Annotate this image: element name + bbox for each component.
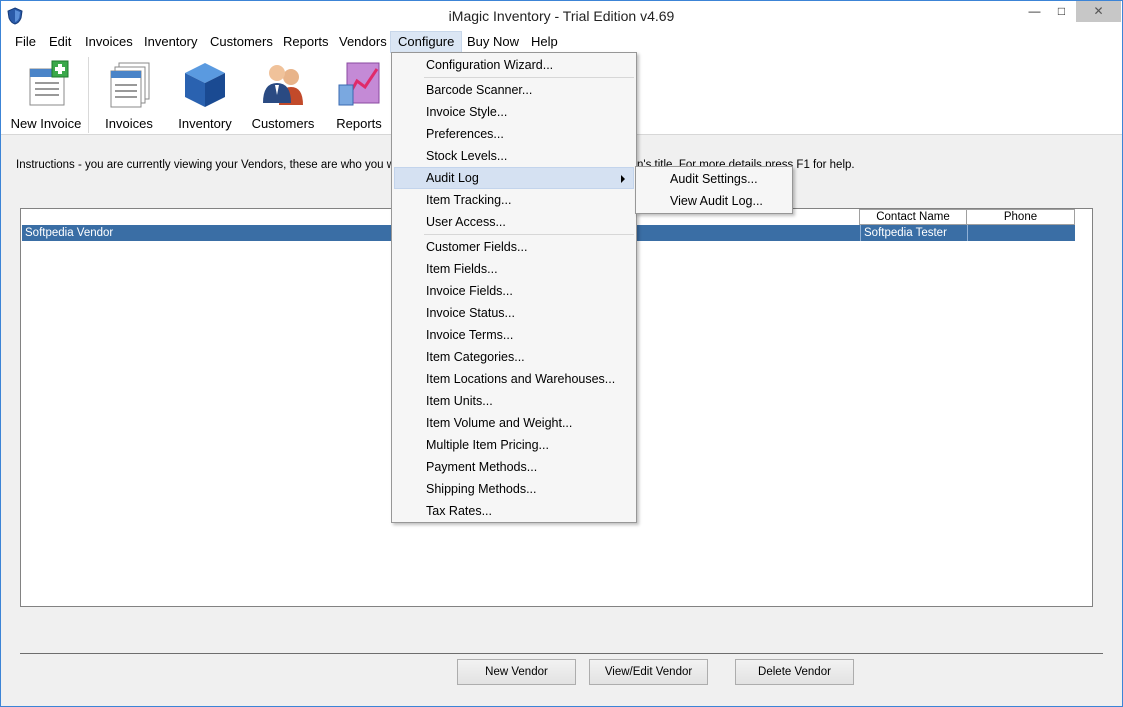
- maximize-button[interactable]: □: [1047, 1, 1076, 22]
- customers-tool[interactable]: Customers: [247, 53, 319, 135]
- invoices-tool[interactable]: Invoices: [95, 53, 163, 135]
- inventory-tool[interactable]: Inventory: [171, 53, 239, 135]
- menu-audit-log[interactable]: Audit Log: [394, 167, 634, 189]
- invoices-icon: [110, 62, 150, 108]
- audit-log-submenu: Audit Settings... View Audit Log...: [635, 166, 793, 214]
- column-header-phone[interactable]: Phone: [966, 209, 1075, 225]
- menu-tax-rates[interactable]: Tax Rates...: [394, 500, 634, 522]
- title-bar: iMagic Inventory - Trial Edition v4.69 —…: [1, 1, 1122, 31]
- invoices-label: Invoices: [105, 116, 153, 131]
- reports-chart-icon: [338, 62, 380, 106]
- menu-configure[interactable]: Configure: [390, 31, 463, 53]
- new-invoice-icon: [29, 60, 69, 106]
- menu-invoice-status[interactable]: Invoice Status...: [394, 302, 634, 324]
- minimize-button[interactable]: —: [1020, 1, 1049, 22]
- menu-buy-now[interactable]: Buy Now: [460, 31, 526, 53]
- menu-edit[interactable]: Edit: [42, 31, 78, 53]
- configure-menu: Configuration Wizard... Barcode Scanner.…: [391, 52, 637, 523]
- menu-stock-levels[interactable]: Stock Levels...: [394, 145, 634, 167]
- menu-item-locations[interactable]: Item Locations and Warehouses...: [394, 368, 634, 390]
- menu-file[interactable]: File: [8, 31, 43, 53]
- customers-label: Customers: [251, 116, 315, 131]
- phone-cell: [967, 225, 1075, 241]
- delete-vendor-button[interactable]: Delete Vendor: [735, 659, 854, 685]
- window-title: iMagic Inventory - Trial Edition v4.69: [448, 8, 675, 24]
- menu-payment-methods[interactable]: Payment Methods...: [394, 456, 634, 478]
- menu-help[interactable]: Help: [524, 31, 565, 53]
- new-invoice-label: New Invoice: [10, 116, 82, 131]
- menu-barcode-scanner[interactable]: Barcode Scanner...: [394, 79, 634, 101]
- menu-inventory[interactable]: Inventory: [137, 31, 204, 53]
- menu-item-volume-weight[interactable]: Item Volume and Weight...: [394, 412, 634, 434]
- instructions-text: Instructions - you are currently viewing…: [16, 159, 427, 171]
- toolbar-separator: [88, 57, 89, 133]
- submenu-arrow-icon: [621, 175, 625, 183]
- menu-reports[interactable]: Reports: [276, 31, 336, 53]
- reports-tool[interactable]: Reports: [325, 53, 393, 135]
- menu-invoice-fields[interactable]: Invoice Fields...: [394, 280, 634, 302]
- menu-separator: [424, 77, 634, 78]
- menu-shipping-methods[interactable]: Shipping Methods...: [394, 478, 634, 500]
- customers-icon: [263, 65, 303, 105]
- menu-item-tracking[interactable]: Item Tracking...: [394, 189, 634, 211]
- inventory-box-icon: [185, 63, 225, 107]
- menu-invoice-style[interactable]: Invoice Style...: [394, 101, 634, 123]
- menu-audit-settings[interactable]: Audit Settings...: [638, 168, 790, 190]
- menu-view-audit-log[interactable]: View Audit Log...: [638, 190, 790, 212]
- menu-item-fields[interactable]: Item Fields...: [394, 258, 634, 280]
- menu-user-access[interactable]: User Access...: [394, 211, 634, 233]
- inventory-label: Inventory: [178, 116, 232, 131]
- divider: [20, 653, 1103, 654]
- close-button[interactable]: ✕: [1076, 1, 1121, 22]
- contact-name-cell: Softpedia Tester: [860, 225, 966, 241]
- column-header-contact-name[interactable]: Contact Name: [859, 209, 967, 225]
- menu-separator: [424, 234, 634, 235]
- view-edit-vendor-button[interactable]: View/Edit Vendor: [589, 659, 708, 685]
- menu-preferences[interactable]: Preferences...: [394, 123, 634, 145]
- menu-item-units[interactable]: Item Units...: [394, 390, 634, 412]
- menu-configuration-wizard[interactable]: Configuration Wizard...: [394, 54, 634, 76]
- menu-vendors[interactable]: Vendors: [332, 31, 394, 53]
- new-invoice-tool[interactable]: New Invoice: [8, 53, 84, 135]
- menu-multiple-item-pricing[interactable]: Multiple Item Pricing...: [394, 434, 634, 456]
- menu-customer-fields[interactable]: Customer Fields...: [394, 236, 634, 258]
- reports-label: Reports: [336, 116, 382, 131]
- menu-item-categories[interactable]: Item Categories...: [394, 346, 634, 368]
- menu-customers[interactable]: Customers: [203, 31, 280, 53]
- menu-bar: File Edit Invoices Inventory Customers R…: [1, 31, 1122, 53]
- menu-audit-log-label: Audit Log: [426, 171, 479, 185]
- menu-invoices[interactable]: Invoices: [78, 31, 140, 53]
- menu-invoice-terms[interactable]: Invoice Terms...: [394, 324, 634, 346]
- app-window: iMagic Inventory - Trial Edition v4.69 —…: [0, 0, 1123, 707]
- new-vendor-button[interactable]: New Vendor: [457, 659, 576, 685]
